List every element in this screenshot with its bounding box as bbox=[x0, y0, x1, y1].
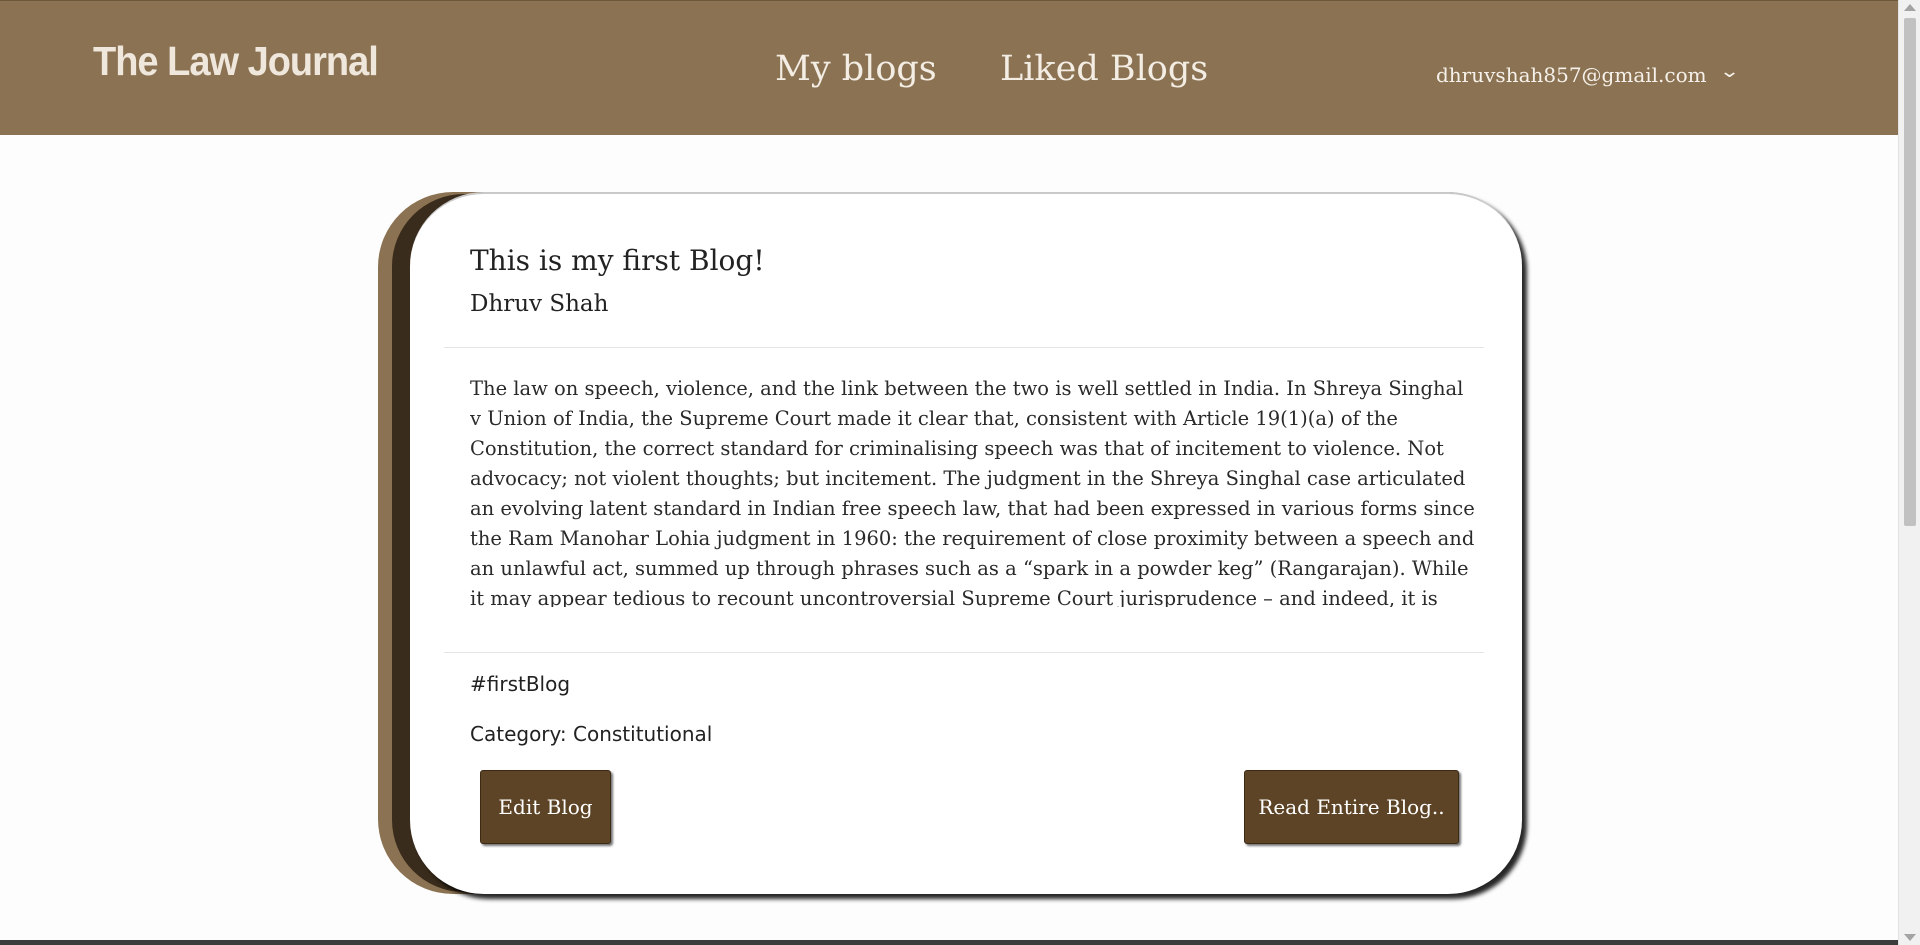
nav-my-blogs[interactable]: My blogs bbox=[775, 49, 937, 89]
blog-author: Dhruv Shah bbox=[470, 291, 609, 317]
page: The Law Journal My blogs Liked Blogs dhr… bbox=[0, 0, 1920, 945]
vertical-scrollbar[interactable] bbox=[1898, 0, 1920, 945]
navbar: The Law Journal My blogs Liked Blogs dhr… bbox=[0, 0, 1898, 135]
blog-card: This is my first Blog! Dhruv Shah The la… bbox=[410, 192, 1522, 894]
nav-liked-blogs[interactable]: Liked Blogs bbox=[1000, 49, 1208, 89]
divider bbox=[444, 652, 1484, 653]
divider bbox=[444, 347, 1484, 348]
read-entire-blog-button[interactable]: Read Entire Blog.. bbox=[1244, 770, 1459, 844]
edit-blog-button[interactable]: Edit Blog bbox=[480, 770, 611, 844]
scroll-up-icon[interactable] bbox=[1904, 4, 1916, 11]
blog-excerpt: The law on speech, violence, and the lin… bbox=[470, 377, 1475, 607]
user-email[interactable]: dhruvshah857@gmail.com bbox=[1436, 63, 1707, 87]
chevron-down-icon[interactable]: ⌄ bbox=[1719, 61, 1740, 82]
brand-logo[interactable]: The Law Journal bbox=[93, 39, 379, 85]
bottom-edge bbox=[0, 940, 1898, 945]
blog-title: This is my first Blog! bbox=[470, 244, 765, 277]
blog-category: Category: Constitutional bbox=[470, 722, 713, 746]
scroll-down-icon[interactable] bbox=[1904, 934, 1916, 941]
blog-tag: #firstBlog bbox=[470, 672, 571, 696]
scrollbar-thumb[interactable] bbox=[1904, 18, 1916, 526]
